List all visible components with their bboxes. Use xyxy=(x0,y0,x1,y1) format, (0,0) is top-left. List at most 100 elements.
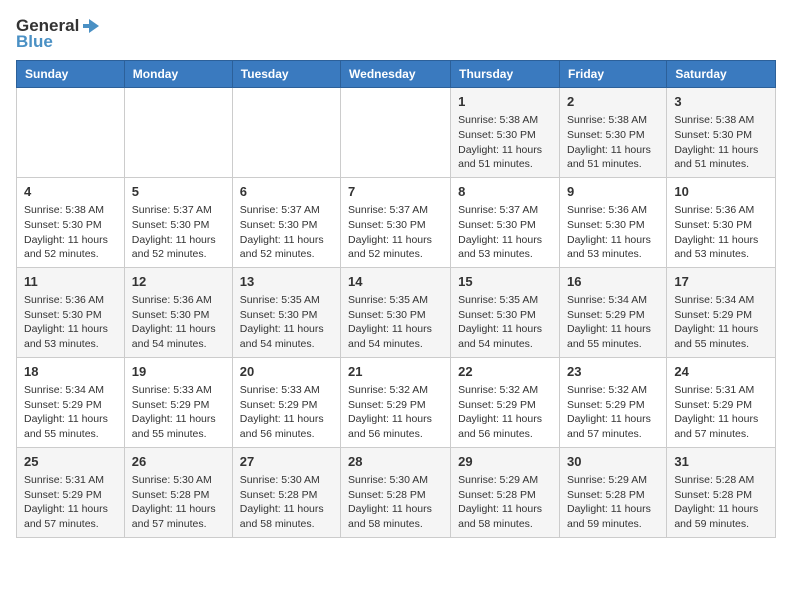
day-info: Sunrise: 5:38 AM Sunset: 5:30 PM Dayligh… xyxy=(674,113,768,172)
day-number: 3 xyxy=(674,93,768,111)
page-header: General Blue xyxy=(16,16,776,52)
day-number: 28 xyxy=(348,453,443,471)
day-number: 25 xyxy=(24,453,117,471)
day-number: 7 xyxy=(348,183,443,201)
calendar-cell xyxy=(124,88,232,178)
calendar-cell: 13Sunrise: 5:35 AM Sunset: 5:30 PM Dayli… xyxy=(232,267,340,357)
calendar-table: Sunday Monday Tuesday Wednesday Thursday… xyxy=(16,60,776,538)
day-info: Sunrise: 5:37 AM Sunset: 5:30 PM Dayligh… xyxy=(458,203,552,262)
calendar-cell: 8 Sunrise: 5:37 AM Sunset: 5:30 PM Daylig… xyxy=(451,177,560,267)
logo-arrow-icon xyxy=(81,16,101,36)
calendar-cell: 25 Sunrise: 5:31 AM Sunset: 5:29 PM Dayli… xyxy=(17,447,125,537)
day-number: 27 xyxy=(240,453,333,471)
calendar-cell: 20Sunrise: 5:33 AM Sunset: 5:29 PM Dayli… xyxy=(232,357,340,447)
day-info: Sunrise: 5:28 AM Sunset: 5:28 PM Dayligh… xyxy=(674,473,768,532)
day-number: 21 xyxy=(348,363,443,381)
calendar-header: Sunday Monday Tuesday Wednesday Thursday… xyxy=(17,61,776,88)
day-number: 2 xyxy=(567,93,659,111)
day-info: Sunrise: 5:33 AM Sunset: 5:29 PM Dayligh… xyxy=(132,383,225,442)
calendar-cell: 24 Sunrise: 5:31 AM Sunset: 5:29 PM Dayli… xyxy=(667,357,776,447)
day-number: 31 xyxy=(674,453,768,471)
calendar-cell: 1 Sunrise: 5:38 AM Sunset: 5:30 PM Daylig… xyxy=(451,88,560,178)
calendar-cell: 6Sunrise: 5:37 AM Sunset: 5:30 PM Daylig… xyxy=(232,177,340,267)
day-number: 13 xyxy=(240,273,333,291)
day-info: Sunrise: 5:32 AM Sunset: 5:29 PM Dayligh… xyxy=(348,383,443,442)
calendar-week-2: 4Sunrise: 5:38 AM Sunset: 5:30 PM Daylig… xyxy=(17,177,776,267)
logo: General Blue xyxy=(16,16,101,52)
col-sunday: Sunday xyxy=(17,61,125,88)
calendar-cell: 4Sunrise: 5:38 AM Sunset: 5:30 PM Daylig… xyxy=(17,177,125,267)
day-number: 16 xyxy=(567,273,659,291)
calendar-body: 1 Sunrise: 5:38 AM Sunset: 5:30 PM Daylig… xyxy=(17,88,776,538)
calendar-cell: 11 Sunrise: 5:36 AM Sunset: 5:30 PM Dayli… xyxy=(17,267,125,357)
col-saturday: Saturday xyxy=(667,61,776,88)
calendar-cell: 3 Sunrise: 5:38 AM Sunset: 5:30 PM Daylig… xyxy=(667,88,776,178)
calendar-cell xyxy=(232,88,340,178)
day-number: 24 xyxy=(674,363,768,381)
day-info: Sunrise: 5:34 AM Sunset: 5:29 PM Dayligh… xyxy=(567,293,659,352)
day-info: Sunrise: 5:31 AM Sunset: 5:29 PM Dayligh… xyxy=(674,383,768,442)
calendar-cell: 16 Sunrise: 5:34 AM Sunset: 5:29 PM Dayli… xyxy=(559,267,666,357)
col-friday: Friday xyxy=(559,61,666,88)
day-info: Sunrise: 5:33 AM Sunset: 5:29 PM Dayligh… xyxy=(240,383,333,442)
day-info: Sunrise: 5:36 AM Sunset: 5:30 PM Dayligh… xyxy=(132,293,225,352)
day-number: 23 xyxy=(567,363,659,381)
col-monday: Monday xyxy=(124,61,232,88)
calendar-cell: 15Sunrise: 5:35 AM Sunset: 5:30 PM Dayli… xyxy=(451,267,560,357)
header-row: Sunday Monday Tuesday Wednesday Thursday… xyxy=(17,61,776,88)
day-info: Sunrise: 5:38 AM Sunset: 5:30 PM Dayligh… xyxy=(458,113,552,172)
day-number: 6 xyxy=(240,183,333,201)
calendar-cell: 29Sunrise: 5:29 AM Sunset: 5:28 PM Dayli… xyxy=(451,447,560,537)
day-number: 5 xyxy=(132,183,225,201)
day-info: Sunrise: 5:30 AM Sunset: 5:28 PM Dayligh… xyxy=(132,473,225,532)
calendar-cell: 31 Sunrise: 5:28 AM Sunset: 5:28 PM Dayli… xyxy=(667,447,776,537)
logo-text-blue: Blue xyxy=(16,32,53,52)
day-number: 17 xyxy=(674,273,768,291)
calendar-week-5: 25 Sunrise: 5:31 AM Sunset: 5:29 PM Dayli… xyxy=(17,447,776,537)
calendar-cell: 27 Sunrise: 5:30 AM Sunset: 5:28 PM Dayli… xyxy=(232,447,340,537)
col-thursday: Thursday xyxy=(451,61,560,88)
day-number: 19 xyxy=(132,363,225,381)
day-info: Sunrise: 5:38 AM Sunset: 5:30 PM Dayligh… xyxy=(567,113,659,172)
calendar-cell: 23 Sunrise: 5:32 AM Sunset: 5:29 PM Dayli… xyxy=(559,357,666,447)
calendar-cell: 7 Sunrise: 5:37 AM Sunset: 5:30 PM Daylig… xyxy=(341,177,451,267)
calendar-cell: 21 Sunrise: 5:32 AM Sunset: 5:29 PM Dayli… xyxy=(341,357,451,447)
col-tuesday: Tuesday xyxy=(232,61,340,88)
day-info: Sunrise: 5:30 AM Sunset: 5:28 PM Dayligh… xyxy=(240,473,333,532)
day-info: Sunrise: 5:31 AM Sunset: 5:29 PM Dayligh… xyxy=(24,473,117,532)
calendar-week-1: 1 Sunrise: 5:38 AM Sunset: 5:30 PM Daylig… xyxy=(17,88,776,178)
day-number: 8 xyxy=(458,183,552,201)
day-info: Sunrise: 5:32 AM Sunset: 5:29 PM Dayligh… xyxy=(567,383,659,442)
day-info: Sunrise: 5:37 AM Sunset: 5:30 PM Dayligh… xyxy=(348,203,443,262)
day-info: Sunrise: 5:36 AM Sunset: 5:30 PM Dayligh… xyxy=(567,203,659,262)
day-info: Sunrise: 5:37 AM Sunset: 5:30 PM Dayligh… xyxy=(132,203,225,262)
day-number: 22 xyxy=(458,363,552,381)
calendar-cell: 2 Sunrise: 5:38 AM Sunset: 5:30 PM Daylig… xyxy=(559,88,666,178)
day-info: Sunrise: 5:32 AM Sunset: 5:29 PM Dayligh… xyxy=(458,383,552,442)
day-info: Sunrise: 5:36 AM Sunset: 5:30 PM Dayligh… xyxy=(24,293,117,352)
day-info: Sunrise: 5:34 AM Sunset: 5:29 PM Dayligh… xyxy=(674,293,768,352)
day-info: Sunrise: 5:30 AM Sunset: 5:28 PM Dayligh… xyxy=(348,473,443,532)
calendar-cell xyxy=(17,88,125,178)
calendar-cell: 26Sunrise: 5:30 AM Sunset: 5:28 PM Dayli… xyxy=(124,447,232,537)
day-number: 29 xyxy=(458,453,552,471)
day-number: 11 xyxy=(24,273,117,291)
calendar-cell: 18Sunrise: 5:34 AM Sunset: 5:29 PM Dayli… xyxy=(17,357,125,447)
day-info: Sunrise: 5:36 AM Sunset: 5:30 PM Dayligh… xyxy=(674,203,768,262)
calendar-cell: 9Sunrise: 5:36 AM Sunset: 5:30 PM Daylig… xyxy=(559,177,666,267)
calendar-cell: 28 Sunrise: 5:30 AM Sunset: 5:28 PM Dayli… xyxy=(341,447,451,537)
col-wednesday: Wednesday xyxy=(341,61,451,88)
calendar-week-4: 18Sunrise: 5:34 AM Sunset: 5:29 PM Dayli… xyxy=(17,357,776,447)
day-number: 1 xyxy=(458,93,552,111)
calendar-cell: 5 Sunrise: 5:37 AM Sunset: 5:30 PM Daylig… xyxy=(124,177,232,267)
calendar-cell: 30Sunrise: 5:29 AM Sunset: 5:28 PM Dayli… xyxy=(559,447,666,537)
day-info: Sunrise: 5:29 AM Sunset: 5:28 PM Dayligh… xyxy=(567,473,659,532)
day-number: 18 xyxy=(24,363,117,381)
calendar-cell: 10 Sunrise: 5:36 AM Sunset: 5:30 PM Dayli… xyxy=(667,177,776,267)
calendar-cell: 17 Sunrise: 5:34 AM Sunset: 5:29 PM Dayli… xyxy=(667,267,776,357)
day-info: Sunrise: 5:38 AM Sunset: 5:30 PM Dayligh… xyxy=(24,203,117,262)
day-number: 10 xyxy=(674,183,768,201)
calendar-cell xyxy=(341,88,451,178)
calendar-cell: 12Sunrise: 5:36 AM Sunset: 5:30 PM Dayli… xyxy=(124,267,232,357)
logo-wordmark: General Blue xyxy=(16,16,101,52)
